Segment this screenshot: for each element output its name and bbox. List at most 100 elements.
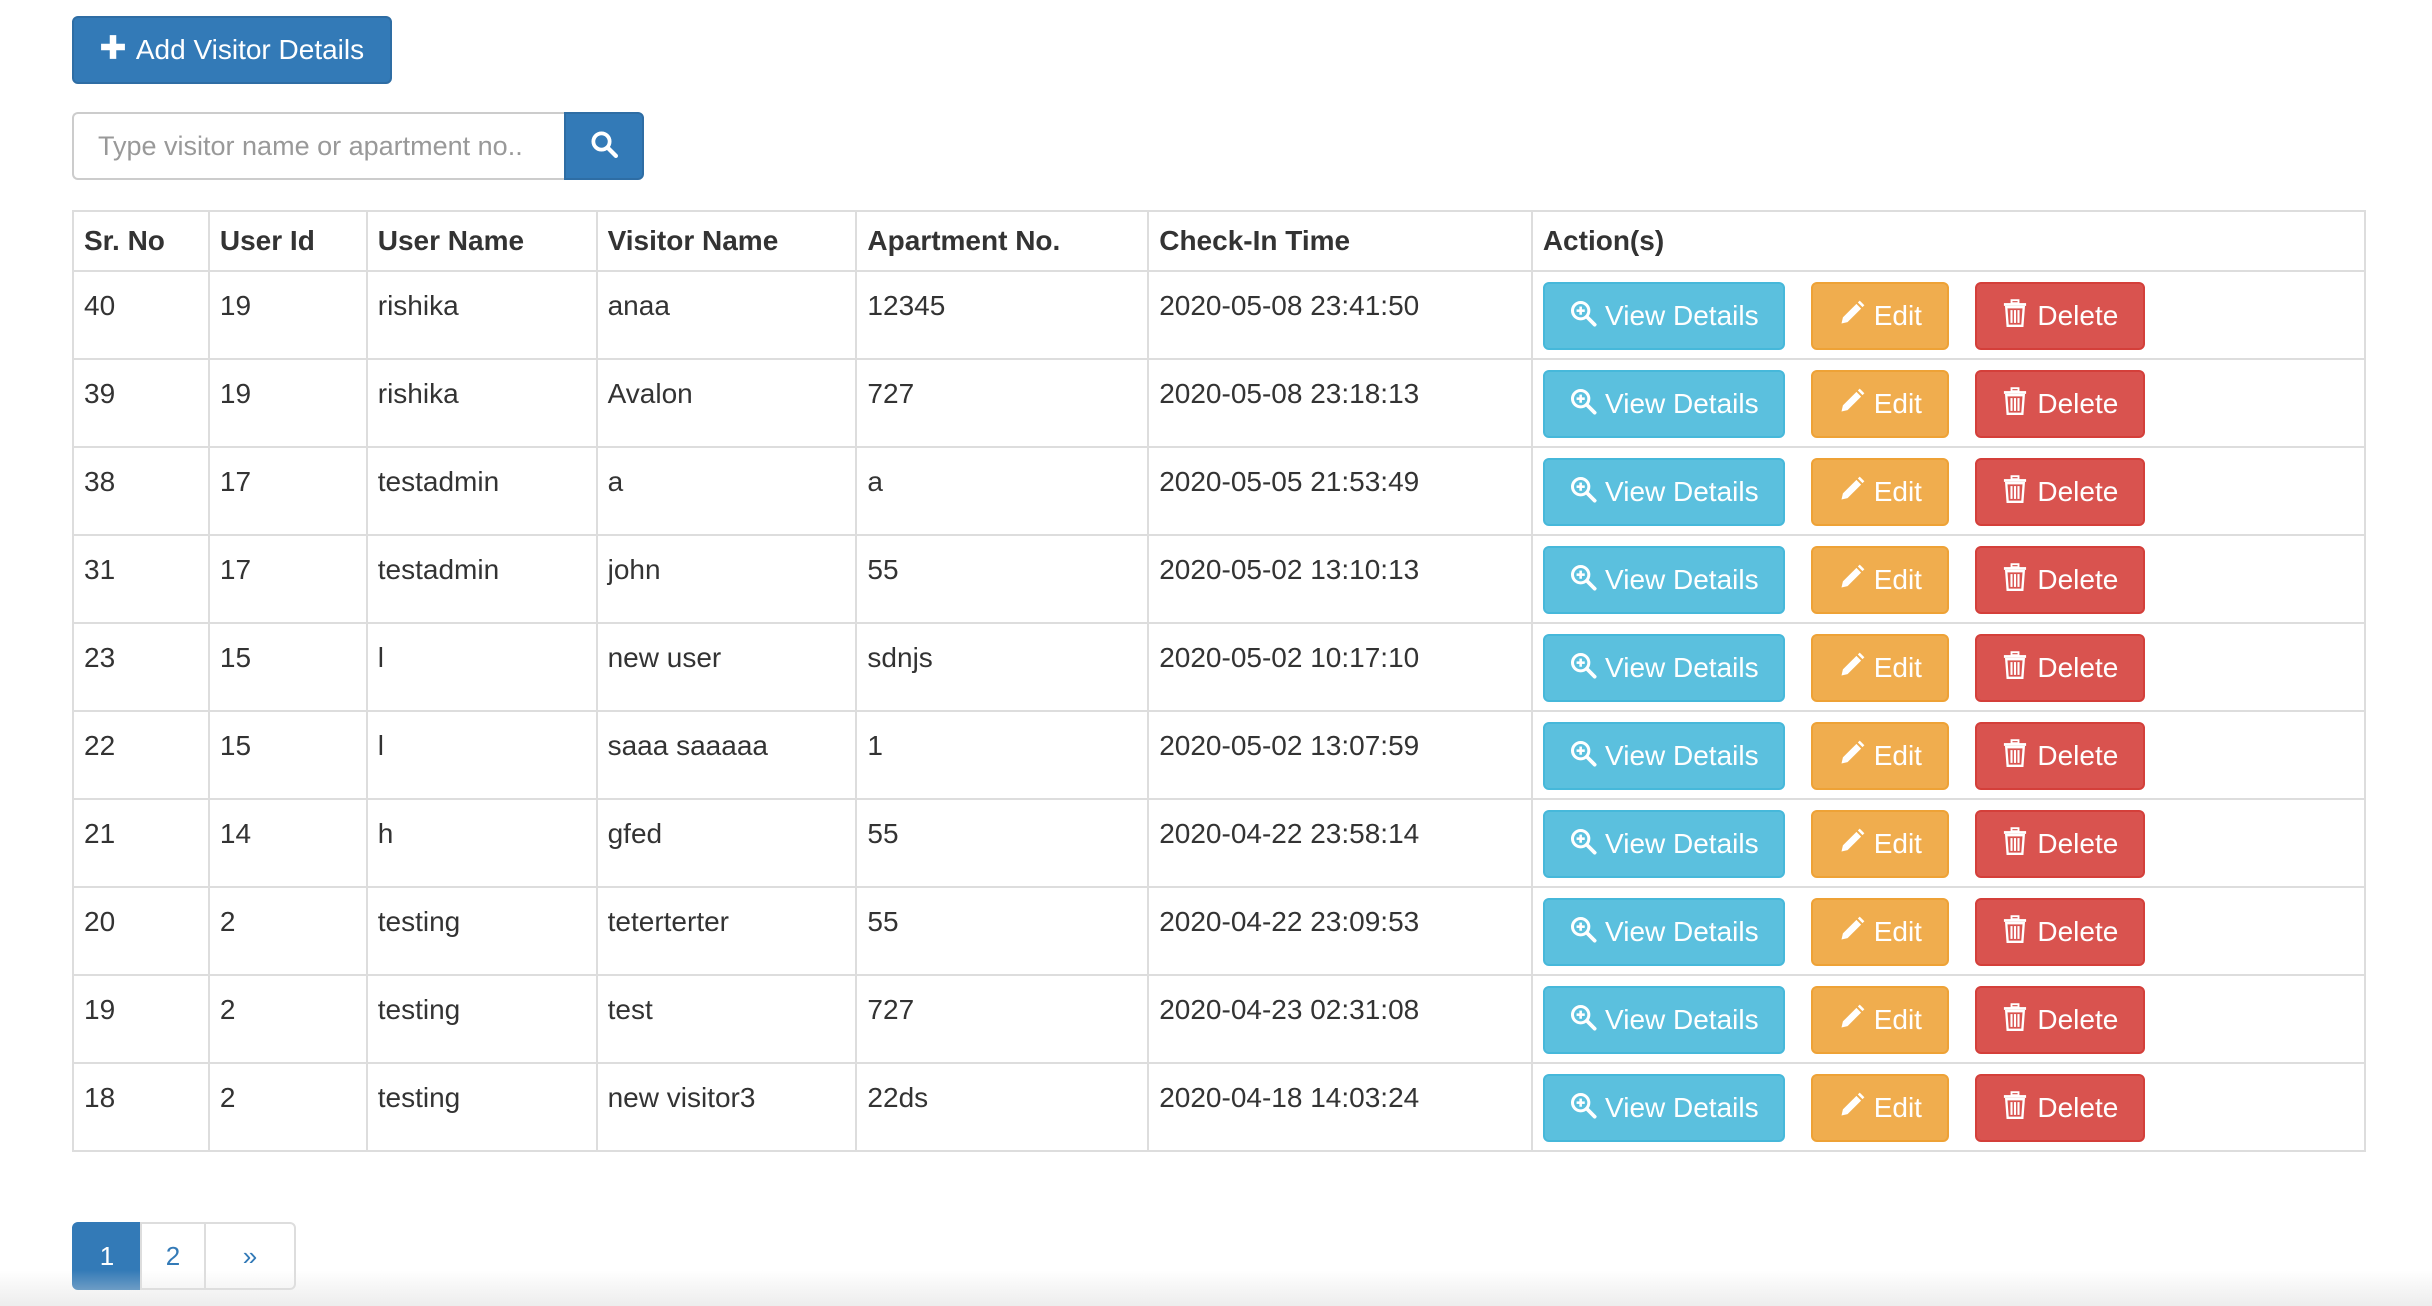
- view-details-label: View Details: [1605, 1092, 1759, 1123]
- edit-button[interactable]: Edit: [1810, 810, 1949, 878]
- edit-button[interactable]: Edit: [1810, 458, 1949, 526]
- delete-label: Delete: [2037, 1092, 2119, 1123]
- zoom-in-icon: [1569, 563, 1597, 598]
- cell-sr-no: 19: [72, 974, 210, 1064]
- zoom-in-icon: [1569, 827, 1597, 862]
- trash-icon: [2001, 1090, 2029, 1126]
- search-input[interactable]: [72, 112, 564, 180]
- edit-button[interactable]: Edit: [1810, 986, 1949, 1054]
- zoom-in-icon: [1569, 387, 1597, 422]
- cell-check-in-time: 2020-04-22 23:09:53: [1147, 886, 1533, 976]
- trash-icon: [2001, 562, 2029, 598]
- cell-sr-no: 40: [72, 270, 210, 360]
- delete-label: Delete: [2037, 564, 2119, 595]
- edit-button[interactable]: Edit: [1810, 282, 1949, 350]
- delete-label: Delete: [2037, 388, 2119, 419]
- view-details-button[interactable]: View Details: [1542, 810, 1785, 878]
- delete-button[interactable]: Delete: [1974, 986, 2145, 1054]
- delete-label: Delete: [2037, 652, 2119, 683]
- delete-button[interactable]: Delete: [1974, 722, 2145, 790]
- visitors-table: Sr. No User Id User Name Visitor Name Ap…: [72, 210, 2367, 1152]
- pencil-icon: [1838, 563, 1866, 598]
- delete-button[interactable]: Delete: [1974, 282, 2145, 350]
- delete-label: Delete: [2037, 1004, 2119, 1035]
- pencil-icon: [1838, 1003, 1866, 1038]
- edit-label: Edit: [1873, 1092, 1922, 1123]
- delete-label: Delete: [2037, 476, 2119, 507]
- edit-label: Edit: [1873, 300, 1922, 331]
- cell-user-id: 15: [207, 710, 368, 800]
- cell-check-in-time: 2020-05-02 13:10:13: [1147, 534, 1533, 624]
- view-details-button[interactable]: View Details: [1542, 370, 1785, 438]
- add-visitor-button[interactable]: Add Visitor Details: [72, 16, 392, 84]
- edit-button[interactable]: Edit: [1810, 546, 1949, 614]
- pencil-icon: [1838, 475, 1866, 510]
- cell-actions: View Details Edit Delete: [1530, 710, 2367, 800]
- delete-button[interactable]: Delete: [1974, 1074, 2145, 1142]
- view-details-button[interactable]: View Details: [1542, 634, 1785, 702]
- delete-button[interactable]: Delete: [1974, 370, 2145, 438]
- delete-button[interactable]: Delete: [1974, 898, 2145, 966]
- delete-button[interactable]: Delete: [1974, 458, 2145, 526]
- delete-button[interactable]: Delete: [1974, 546, 2145, 614]
- cell-user-name: rishika: [365, 270, 598, 360]
- cell-visitor-name: john: [595, 534, 858, 624]
- cell-visitor-name: new visitor3: [595, 1062, 858, 1152]
- delete-label: Delete: [2037, 300, 2119, 331]
- cell-check-in-time: 2020-04-23 02:31:08: [1147, 974, 1533, 1064]
- cell-visitor-name: test: [595, 974, 858, 1064]
- edit-label: Edit: [1873, 1004, 1922, 1035]
- trash-icon: [2001, 914, 2029, 950]
- cell-apartment-no: 12345: [855, 270, 1150, 360]
- cell-user-id: 19: [207, 270, 368, 360]
- cell-apartment-no: a: [855, 446, 1150, 536]
- edit-label: Edit: [1873, 476, 1922, 507]
- view-details-label: View Details: [1605, 652, 1759, 683]
- cell-user-name: l: [365, 710, 598, 800]
- cell-user-name: testing: [365, 886, 598, 976]
- cell-user-id: 14: [207, 798, 368, 888]
- view-details-label: View Details: [1605, 740, 1759, 771]
- table-row: 20 2 testing teterterter 55 2020-04-22 23:09:…: [72, 886, 2367, 976]
- zoom-in-icon: [1569, 1091, 1597, 1126]
- cell-check-in-time: 2020-04-18 14:03:24: [1147, 1062, 1533, 1152]
- cell-visitor-name: teterterter: [595, 886, 858, 976]
- view-details-button[interactable]: View Details: [1542, 986, 1785, 1054]
- cell-user-name: testadmin: [365, 446, 598, 536]
- view-details-button[interactable]: View Details: [1542, 898, 1785, 966]
- edit-button[interactable]: Edit: [1810, 722, 1949, 790]
- cell-actions: View Details Edit Delete: [1530, 270, 2367, 360]
- trash-icon: [2001, 1002, 2029, 1038]
- edit-button[interactable]: Edit: [1810, 634, 1949, 702]
- view-details-button[interactable]: View Details: [1542, 1074, 1785, 1142]
- search-bar: [72, 112, 644, 180]
- trash-icon: [2001, 650, 2029, 686]
- delete-button[interactable]: Delete: [1974, 634, 2145, 702]
- cell-apartment-no: 55: [855, 798, 1150, 888]
- view-details-button[interactable]: View Details: [1542, 722, 1785, 790]
- edit-button[interactable]: Edit: [1810, 1074, 1949, 1142]
- view-details-button[interactable]: View Details: [1542, 282, 1785, 350]
- cell-user-id: 2: [207, 1062, 368, 1152]
- cell-actions: View Details Edit Delete: [1530, 886, 2367, 976]
- delete-button[interactable]: Delete: [1974, 810, 2145, 878]
- edit-label: Edit: [1873, 828, 1922, 859]
- view-details-button[interactable]: View Details: [1542, 458, 1785, 526]
- edit-button[interactable]: Edit: [1810, 898, 1949, 966]
- header-actions: Action(s): [1530, 210, 2367, 272]
- cell-check-in-time: 2020-05-05 21:53:49: [1147, 446, 1533, 536]
- search-button[interactable]: [564, 112, 644, 180]
- cell-visitor-name: gfed: [595, 798, 858, 888]
- edit-button[interactable]: Edit: [1810, 370, 1949, 438]
- cell-actions: View Details Edit Delete: [1530, 974, 2367, 1064]
- cell-user-name: l: [365, 622, 598, 712]
- cell-apartment-no: 22ds: [855, 1062, 1150, 1152]
- view-details-button[interactable]: View Details: [1542, 546, 1785, 614]
- view-details-label: View Details: [1605, 476, 1759, 507]
- cell-check-in-time: 2020-04-22 23:58:14: [1147, 798, 1533, 888]
- trash-icon: [2001, 474, 2029, 510]
- table-row: 39 19 rishika Avalon 727 2020-05-08 23:18:13 V…: [72, 358, 2367, 448]
- cell-visitor-name: Avalon: [595, 358, 858, 448]
- cell-actions: View Details Edit Delete: [1530, 446, 2367, 536]
- pencil-icon: [1838, 915, 1866, 950]
